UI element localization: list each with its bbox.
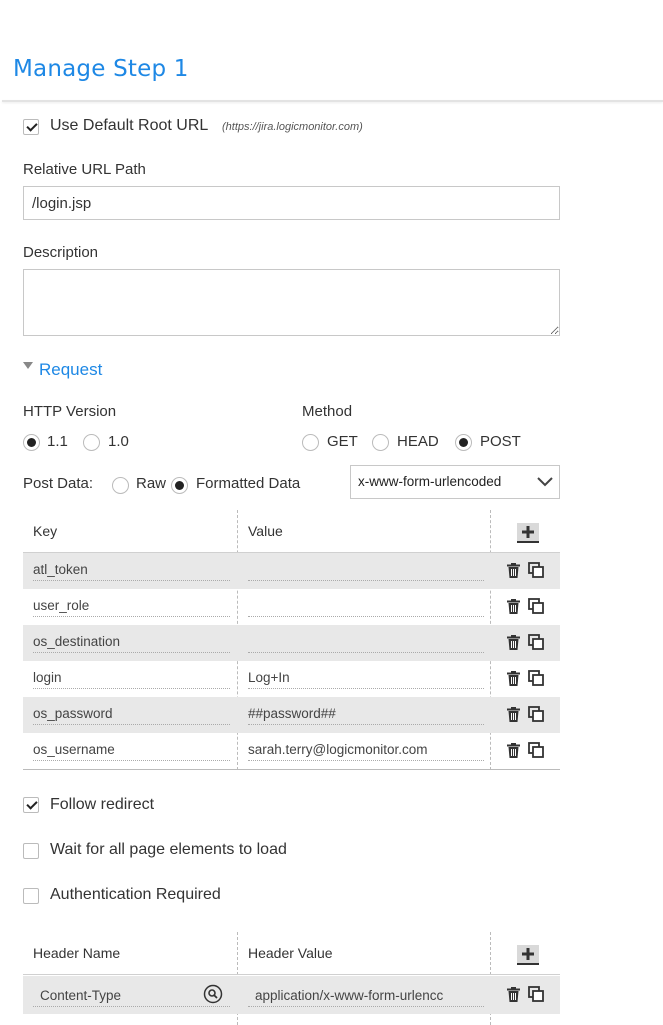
header-value-underline <box>248 1005 484 1007</box>
add-param-button[interactable] <box>517 523 539 543</box>
encoding-select-value: x-www-form-urlencoded <box>358 474 502 489</box>
header-value-header: Header Value <box>248 945 333 961</box>
param-value-underline <box>248 687 484 689</box>
method-post-radio[interactable] <box>455 434 472 451</box>
header-name-cell[interactable]: Content-Type <box>40 988 121 1003</box>
param-value-cell[interactable]: ##password## <box>248 706 336 721</box>
method-get-radio[interactable] <box>302 434 319 451</box>
encoding-select[interactable]: x-www-form-urlencoded <box>350 465 560 499</box>
method-get-label: GET <box>327 433 358 450</box>
trash-icon[interactable] <box>507 707 520 722</box>
copy-icon[interactable] <box>528 986 544 1002</box>
page-title: Manage Step 1 <box>13 56 189 82</box>
chevron-down-icon <box>537 477 553 487</box>
param-value-underline <box>248 723 484 725</box>
post-data-formatted-label: Formatted Data <box>196 475 301 492</box>
trash-icon[interactable] <box>507 599 520 614</box>
table-row <box>23 661 560 697</box>
param-key-cell[interactable]: atl_token <box>33 562 88 577</box>
method-head-radio[interactable] <box>372 434 389 451</box>
auth-required-checkbox[interactable] <box>23 888 39 904</box>
http-version-1-1-label: 1.1 <box>47 433 68 450</box>
method-head-label: HEAD <box>397 433 439 450</box>
root-url-hint: (https://jira.logicmonitor.com) <box>222 121 363 133</box>
params-bottom-divider <box>23 769 560 770</box>
trash-icon[interactable] <box>507 635 520 650</box>
description-label: Description <box>23 244 99 261</box>
param-key-cell[interactable]: os_password <box>33 706 113 721</box>
param-key-cell[interactable]: os_username <box>33 742 115 757</box>
header-name-underline <box>33 1005 230 1007</box>
description-textarea[interactable] <box>23 269 560 336</box>
param-key-cell[interactable]: user_role <box>33 598 89 613</box>
trash-icon[interactable] <box>507 987 520 1002</box>
param-value-underline <box>248 651 484 653</box>
http-version-1-0-radio[interactable] <box>83 434 100 451</box>
param-key-underline <box>33 615 230 617</box>
relative-url-input[interactable] <box>23 186 560 220</box>
copy-icon[interactable] <box>528 742 544 758</box>
table-row <box>23 589 560 625</box>
table-row <box>23 553 560 589</box>
post-data-raw-radio[interactable] <box>112 477 129 494</box>
trash-icon[interactable] <box>507 743 520 758</box>
use-default-root-checkbox[interactable] <box>23 119 39 135</box>
copy-icon[interactable] <box>528 598 544 614</box>
header-name-header: Header Name <box>33 945 121 961</box>
post-data-label: Post Data: <box>23 475 94 492</box>
use-default-root-label: Use Default Root URL <box>50 117 209 134</box>
params-value-header: Value <box>248 523 283 539</box>
param-key-underline <box>33 723 230 725</box>
param-value-underline <box>248 579 484 581</box>
copy-icon[interactable] <box>528 562 544 578</box>
param-key-cell[interactable]: login <box>33 670 62 685</box>
post-data-formatted-radio[interactable] <box>171 477 188 494</box>
param-key-underline <box>33 651 230 653</box>
copy-icon[interactable] <box>528 706 544 722</box>
add-header-button[interactable] <box>517 945 539 965</box>
param-value-underline <box>248 759 484 761</box>
method-label: Method <box>302 403 353 420</box>
collapse-triangle-icon[interactable] <box>23 362 33 369</box>
relative-url-label: Relative URL Path <box>23 161 146 178</box>
plus-icon <box>522 948 534 960</box>
param-key-cell[interactable]: os_destination <box>33 634 120 649</box>
wait-all-elements-label: Wait for all page elements to load <box>50 841 287 858</box>
auth-required-label: Authentication Required <box>50 886 221 903</box>
follow-redirect-label: Follow redirect <box>50 796 155 813</box>
param-value-underline <box>248 615 484 617</box>
method-post-label: POST <box>480 433 521 450</box>
param-key-underline <box>33 687 230 689</box>
post-data-raw-label: Raw <box>136 475 167 492</box>
headers-header-divider <box>23 974 560 975</box>
param-key-underline <box>33 579 230 581</box>
http-version-label: HTTP Version <box>23 403 117 420</box>
params-key-header: Key <box>33 523 58 539</box>
param-key-underline <box>33 759 230 761</box>
header-value-cell[interactable]: application/x-www-form-urlencc <box>255 988 455 1003</box>
request-section-toggle[interactable]: Request <box>39 360 102 380</box>
trash-icon[interactable] <box>507 671 520 686</box>
follow-redirect-checkbox[interactable] <box>23 797 39 813</box>
copy-icon[interactable] <box>528 634 544 650</box>
param-value-cell[interactable]: sarah.terry@logicmonitor.com <box>248 742 428 757</box>
wait-all-elements-checkbox[interactable] <box>23 843 39 859</box>
title-divider <box>2 100 663 102</box>
trash-icon[interactable] <box>507 563 520 578</box>
plus-icon <box>522 526 534 538</box>
param-value-cell[interactable]: Log+In <box>248 670 290 685</box>
copy-icon[interactable] <box>528 670 544 686</box>
http-version-1-0-label: 1.0 <box>108 433 129 450</box>
search-icon[interactable] <box>203 984 223 1004</box>
http-version-1-1-radio[interactable] <box>23 434 40 451</box>
